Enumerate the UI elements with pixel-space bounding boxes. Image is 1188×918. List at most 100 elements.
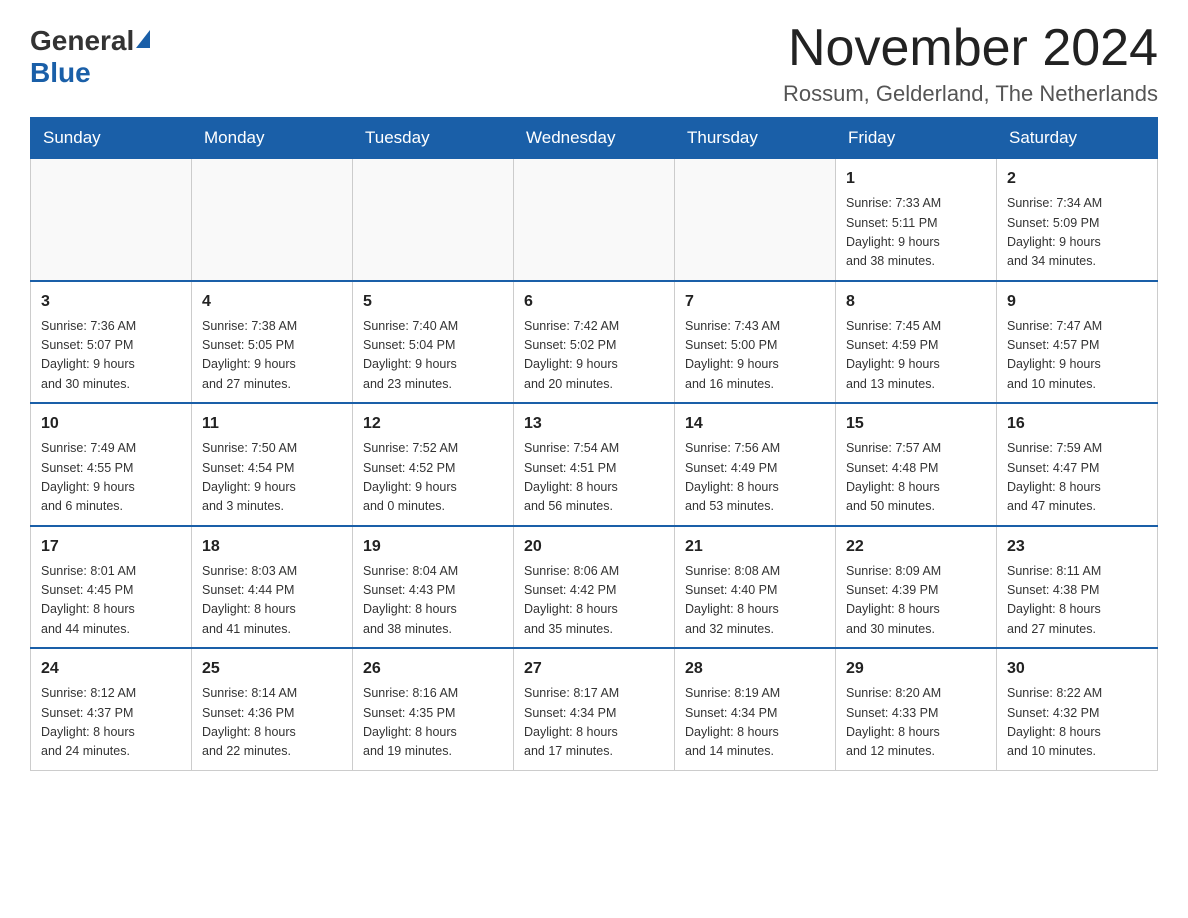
calendar-cell: 27 Sunrise: 8:17 AM Sunset: 4:34 PM Dayli… bbox=[514, 648, 675, 770]
day-number: 22 bbox=[846, 535, 986, 559]
calendar-cell: 6 Sunrise: 7:42 AM Sunset: 5:02 PM Daylig… bbox=[514, 281, 675, 404]
logo: General Blue bbox=[30, 20, 150, 89]
calendar-cell: 9Sunrise: 7:47 AM Sunset: 4:57 PM Daylig… bbox=[997, 281, 1158, 404]
day-number: 5 bbox=[363, 290, 503, 314]
day-number: 10 bbox=[41, 412, 181, 436]
logo-general-text: General bbox=[30, 25, 134, 57]
header-monday: Monday bbox=[192, 118, 353, 159]
calendar-week-row-5: 24 Sunrise: 8:12 AM Sunset: 4:37 PM Dayli… bbox=[31, 648, 1158, 770]
day-number: 21 bbox=[685, 535, 825, 559]
calendar-cell: 10Sunrise: 7:49 AM Sunset: 4:55 PM Dayli… bbox=[31, 403, 192, 526]
calendar-cell: 19 Sunrise: 8:04 AM Sunset: 4:43 PM Dayli… bbox=[353, 526, 514, 649]
calendar-cell: 4 Sunrise: 7:38 AM Sunset: 5:05 PM Daylig… bbox=[192, 281, 353, 404]
day-number: 27 bbox=[524, 657, 664, 681]
day-info: Sunrise: 7:59 AM Sunset: 4:47 PM Dayligh… bbox=[1007, 439, 1147, 517]
day-number: 6 bbox=[524, 290, 664, 314]
calendar-cell: 8 Sunrise: 7:45 AM Sunset: 4:59 PM Daylig… bbox=[836, 281, 997, 404]
day-info: Sunrise: 7:52 AM Sunset: 4:52 PM Dayligh… bbox=[363, 439, 503, 517]
day-number: 28 bbox=[685, 657, 825, 681]
calendar-week-row-4: 17 Sunrise: 8:01 AM Sunset: 4:45 PM Dayli… bbox=[31, 526, 1158, 649]
day-info: Sunrise: 7:42 AM Sunset: 5:02 PM Dayligh… bbox=[524, 317, 664, 395]
day-number: 12 bbox=[363, 412, 503, 436]
calendar-cell: 28 Sunrise: 8:19 AM Sunset: 4:34 PM Dayli… bbox=[675, 648, 836, 770]
calendar-cell: 16 Sunrise: 7:59 AM Sunset: 4:47 PM Dayli… bbox=[997, 403, 1158, 526]
day-number: 11 bbox=[202, 412, 342, 436]
calendar-table: Sunday Monday Tuesday Wednesday Thursday… bbox=[30, 117, 1158, 771]
day-info: Sunrise: 8:20 AM Sunset: 4:33 PM Dayligh… bbox=[846, 684, 986, 762]
day-info: Sunrise: 8:08 AM Sunset: 4:40 PM Dayligh… bbox=[685, 562, 825, 640]
day-info: Sunrise: 7:50 AM Sunset: 4:54 PM Dayligh… bbox=[202, 439, 342, 517]
calendar-cell: 23Sunrise: 8:11 AM Sunset: 4:38 PM Dayli… bbox=[997, 526, 1158, 649]
calendar-cell: 2Sunrise: 7:34 AM Sunset: 5:09 PM Daylig… bbox=[997, 159, 1158, 281]
weekday-header-row: Sunday Monday Tuesday Wednesday Thursday… bbox=[31, 118, 1158, 159]
calendar-week-row-2: 3Sunrise: 7:36 AM Sunset: 5:07 PM Daylig… bbox=[31, 281, 1158, 404]
day-info: Sunrise: 8:16 AM Sunset: 4:35 PM Dayligh… bbox=[363, 684, 503, 762]
day-number: 17 bbox=[41, 535, 181, 559]
day-info: Sunrise: 7:38 AM Sunset: 5:05 PM Dayligh… bbox=[202, 317, 342, 395]
calendar-cell: 26 Sunrise: 8:16 AM Sunset: 4:35 PM Dayli… bbox=[353, 648, 514, 770]
calendar-cell: 24 Sunrise: 8:12 AM Sunset: 4:37 PM Dayli… bbox=[31, 648, 192, 770]
day-info: Sunrise: 7:34 AM Sunset: 5:09 PM Dayligh… bbox=[1007, 194, 1147, 272]
day-number: 20 bbox=[524, 535, 664, 559]
calendar-cell: 3Sunrise: 7:36 AM Sunset: 5:07 PM Daylig… bbox=[31, 281, 192, 404]
calendar-cell: 14 Sunrise: 7:56 AM Sunset: 4:49 PM Dayli… bbox=[675, 403, 836, 526]
month-title: November 2024 bbox=[783, 20, 1158, 77]
calendar-cell: 12 Sunrise: 7:52 AM Sunset: 4:52 PM Dayli… bbox=[353, 403, 514, 526]
day-info: Sunrise: 8:01 AM Sunset: 4:45 PM Dayligh… bbox=[41, 562, 181, 640]
calendar-cell: 17 Sunrise: 8:01 AM Sunset: 4:45 PM Dayli… bbox=[31, 526, 192, 649]
day-number: 18 bbox=[202, 535, 342, 559]
calendar-cell: 21 Sunrise: 8:08 AM Sunset: 4:40 PM Dayli… bbox=[675, 526, 836, 649]
day-number: 1 bbox=[846, 167, 986, 191]
calendar-cell: 29Sunrise: 8:20 AM Sunset: 4:33 PM Dayli… bbox=[836, 648, 997, 770]
header-thursday: Thursday bbox=[675, 118, 836, 159]
day-info: Sunrise: 8:03 AM Sunset: 4:44 PM Dayligh… bbox=[202, 562, 342, 640]
calendar-cell bbox=[31, 159, 192, 281]
header-saturday: Saturday bbox=[997, 118, 1158, 159]
day-number: 25 bbox=[202, 657, 342, 681]
header-friday: Friday bbox=[836, 118, 997, 159]
logo-blue-part bbox=[134, 34, 150, 48]
calendar-cell: 13Sunrise: 7:54 AM Sunset: 4:51 PM Dayli… bbox=[514, 403, 675, 526]
day-number: 24 bbox=[41, 657, 181, 681]
day-info: Sunrise: 8:19 AM Sunset: 4:34 PM Dayligh… bbox=[685, 684, 825, 762]
day-info: Sunrise: 7:36 AM Sunset: 5:07 PM Dayligh… bbox=[41, 317, 181, 395]
day-info: Sunrise: 7:56 AM Sunset: 4:49 PM Dayligh… bbox=[685, 439, 825, 517]
day-number: 15 bbox=[846, 412, 986, 436]
day-number: 16 bbox=[1007, 412, 1147, 436]
calendar-cell: 1 Sunrise: 7:33 AM Sunset: 5:11 PM Daylig… bbox=[836, 159, 997, 281]
day-number: 23 bbox=[1007, 535, 1147, 559]
day-info: Sunrise: 7:54 AM Sunset: 4:51 PM Dayligh… bbox=[524, 439, 664, 517]
calendar-cell: 22 Sunrise: 8:09 AM Sunset: 4:39 PM Dayli… bbox=[836, 526, 997, 649]
day-info: Sunrise: 8:17 AM Sunset: 4:34 PM Dayligh… bbox=[524, 684, 664, 762]
day-info: Sunrise: 8:06 AM Sunset: 4:42 PM Dayligh… bbox=[524, 562, 664, 640]
title-area: November 2024 Rossum, Gelderland, The Ne… bbox=[783, 20, 1158, 107]
day-number: 7 bbox=[685, 290, 825, 314]
day-info: Sunrise: 7:45 AM Sunset: 4:59 PM Dayligh… bbox=[846, 317, 986, 395]
day-number: 8 bbox=[846, 290, 986, 314]
day-number: 19 bbox=[363, 535, 503, 559]
day-info: Sunrise: 8:09 AM Sunset: 4:39 PM Dayligh… bbox=[846, 562, 986, 640]
day-number: 14 bbox=[685, 412, 825, 436]
day-info: Sunrise: 8:14 AM Sunset: 4:36 PM Dayligh… bbox=[202, 684, 342, 762]
calendar-cell bbox=[514, 159, 675, 281]
day-info: Sunrise: 8:12 AM Sunset: 4:37 PM Dayligh… bbox=[41, 684, 181, 762]
calendar-week-row-1: 1 Sunrise: 7:33 AM Sunset: 5:11 PM Daylig… bbox=[31, 159, 1158, 281]
logo-blue-text: Blue bbox=[30, 57, 91, 89]
day-number: 26 bbox=[363, 657, 503, 681]
calendar-week-row-3: 10Sunrise: 7:49 AM Sunset: 4:55 PM Dayli… bbox=[31, 403, 1158, 526]
header-sunday: Sunday bbox=[31, 118, 192, 159]
header: General Blue November 2024 Rossum, Gelde… bbox=[30, 20, 1158, 107]
calendar-cell: 15Sunrise: 7:57 AM Sunset: 4:48 PM Dayli… bbox=[836, 403, 997, 526]
calendar-cell bbox=[192, 159, 353, 281]
calendar-cell: 11 Sunrise: 7:50 AM Sunset: 4:54 PM Dayli… bbox=[192, 403, 353, 526]
day-info: Sunrise: 7:40 AM Sunset: 5:04 PM Dayligh… bbox=[363, 317, 503, 395]
day-info: Sunrise: 7:47 AM Sunset: 4:57 PM Dayligh… bbox=[1007, 317, 1147, 395]
day-info: Sunrise: 8:22 AM Sunset: 4:32 PM Dayligh… bbox=[1007, 684, 1147, 762]
day-info: Sunrise: 7:33 AM Sunset: 5:11 PM Dayligh… bbox=[846, 194, 986, 272]
calendar-cell bbox=[675, 159, 836, 281]
day-number: 4 bbox=[202, 290, 342, 314]
day-info: Sunrise: 8:04 AM Sunset: 4:43 PM Dayligh… bbox=[363, 562, 503, 640]
day-info: Sunrise: 7:43 AM Sunset: 5:00 PM Dayligh… bbox=[685, 317, 825, 395]
logo-arrow-icon bbox=[136, 30, 150, 48]
calendar-cell: 20 Sunrise: 8:06 AM Sunset: 4:42 PM Dayli… bbox=[514, 526, 675, 649]
